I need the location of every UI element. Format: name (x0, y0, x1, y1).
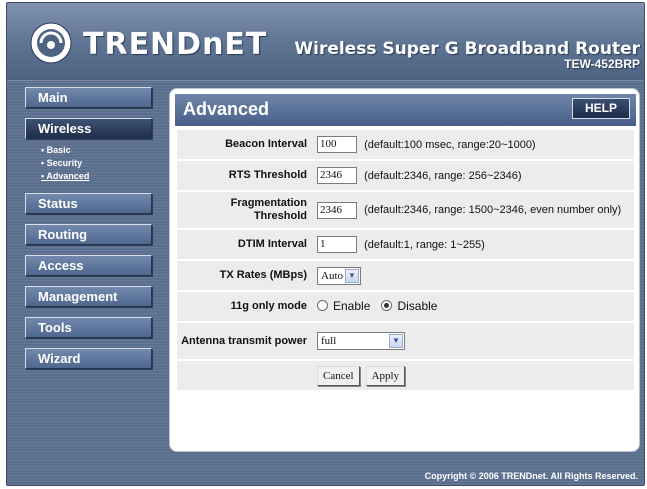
product-model: TEW-452BRP (564, 57, 640, 71)
sidebar-item-access[interactable]: Access (25, 255, 152, 276)
submenu-item-advanced-label: Advanced (46, 171, 90, 181)
help-button[interactable]: HELP (572, 98, 630, 119)
sidebar-nav: Main Wireless • Basic • Security • Advan… (25, 87, 157, 379)
table-row: RTS Threshold 2346 (default:2346, range:… (177, 161, 634, 190)
sidebar-item-wireless[interactable]: Wireless (25, 118, 152, 139)
g11-disable-radio[interactable]: Disable (381, 299, 437, 313)
button-row-spacer (177, 361, 313, 390)
chevron-down-icon: ▼ (345, 268, 359, 283)
dtim-interval-cell: 1 (default:1, range: 1~255) (313, 230, 634, 259)
table-row: Cancel Apply (177, 361, 634, 390)
sidebar-item-wizard[interactable]: Wizard (25, 348, 152, 369)
table-row: Fragmentation Threshold 2346 (default:23… (177, 192, 634, 228)
table-row: TX Rates (MBps) Auto ▼ (177, 261, 634, 290)
submenu-item-basic[interactable]: • Basic (25, 144, 157, 157)
content-panel: Advanced HELP Beacon Interval 100 (defau… (169, 88, 640, 452)
table-row: Beacon Interval 100 (default:100 msec, r… (177, 130, 634, 159)
tx-rates-value: Auto (321, 269, 343, 282)
logo-text: TRENDnET (83, 27, 268, 62)
table-row: DTIM Interval 1 (default:1, range: 1~255… (177, 230, 634, 259)
fragmentation-threshold-label: Fragmentation Threshold (177, 192, 313, 228)
table-row: 11g only mode Enable Disable (177, 292, 634, 321)
rts-threshold-input[interactable]: 2346 (317, 167, 357, 184)
cancel-button[interactable]: Cancel (317, 365, 360, 386)
content-header: Advanced HELP (175, 94, 636, 126)
submenu-item-security-label: Security (46, 158, 83, 168)
rts-threshold-hint: (default:2346, range: 256~2346) (364, 169, 522, 182)
radio-unchecked-icon (317, 300, 328, 312)
sidebar-item-main[interactable]: Main (25, 87, 152, 108)
sidebar-item-tools[interactable]: Tools (25, 317, 152, 338)
sidebar-item-status[interactable]: Status (25, 193, 152, 214)
sidebar-item-routing[interactable]: Routing (25, 224, 152, 245)
product-title: Wireless Super G Broadband Router (294, 39, 640, 59)
g11-enable-radio[interactable]: Enable (317, 299, 370, 313)
beacon-interval-input[interactable]: 100 (317, 136, 357, 153)
g11-enable-label: Enable (333, 298, 371, 313)
rts-threshold-label: RTS Threshold (177, 161, 313, 190)
advanced-settings-table: Beacon Interval 100 (default:100 msec, r… (177, 128, 634, 392)
copyright-footer: Copyright © 2006 TRENDnet. All Rights Re… (424, 471, 638, 481)
sidebar-item-management[interactable]: Management (25, 286, 152, 307)
chevron-down-icon: ▼ (389, 334, 403, 348)
g11-only-mode-label: 11g only mode (177, 292, 313, 321)
antenna-power-select[interactable]: full ▼ (317, 332, 405, 350)
beacon-interval-hint: (default:100 msec, range:20~1000) (364, 138, 536, 151)
button-row-cell: Cancel Apply (313, 361, 634, 390)
g11-only-mode-cell: Enable Disable (313, 292, 634, 321)
antenna-power-value: full (321, 335, 337, 347)
wireless-submenu: • Basic • Security • Advanced (25, 144, 157, 183)
submenu-item-advanced[interactable]: • Advanced (25, 170, 157, 183)
router-admin-frame: TRENDnET Wireless Super G Broadband Rout… (6, 2, 645, 486)
apply-button[interactable]: Apply (365, 365, 406, 386)
submenu-item-security[interactable]: • Security (25, 157, 157, 170)
trendnet-logo-icon (30, 22, 72, 64)
table-row: Antenna transmit power full ▼ (177, 323, 634, 359)
beacon-interval-cell: 100 (default:100 msec, range:20~1000) (313, 130, 634, 159)
page-title: Advanced (183, 99, 270, 119)
dtim-interval-hint: (default:1, range: 1~255) (364, 238, 485, 251)
fragmentation-threshold-input[interactable]: 2346 (317, 201, 357, 219)
tx-rates-label: TX Rates (MBps) (177, 261, 313, 290)
submenu-item-basic-label: Basic (46, 145, 71, 155)
rts-threshold-cell: 2346 (default:2346, range: 256~2346) (313, 161, 634, 190)
tx-rates-select[interactable]: Auto ▼ (317, 266, 361, 285)
radio-checked-icon (381, 300, 393, 312)
dtim-interval-input[interactable]: 1 (317, 236, 357, 253)
tx-rates-cell: Auto ▼ (313, 261, 634, 290)
g11-disable-label: Disable (397, 298, 438, 313)
antenna-power-label: Antenna transmit power (177, 323, 313, 359)
beacon-interval-label: Beacon Interval (177, 130, 313, 159)
page-header: TRENDnET Wireless Super G Broadband Rout… (7, 3, 644, 81)
fragmentation-threshold-hint: (default:2346, range: 1500~2346, even nu… (364, 204, 622, 216)
dtim-interval-label: DTIM Interval (177, 230, 313, 259)
antenna-power-cell: full ▼ (313, 323, 634, 359)
fragmentation-threshold-cell: 2346 (default:2346, range: 1500~2346, ev… (313, 192, 634, 228)
